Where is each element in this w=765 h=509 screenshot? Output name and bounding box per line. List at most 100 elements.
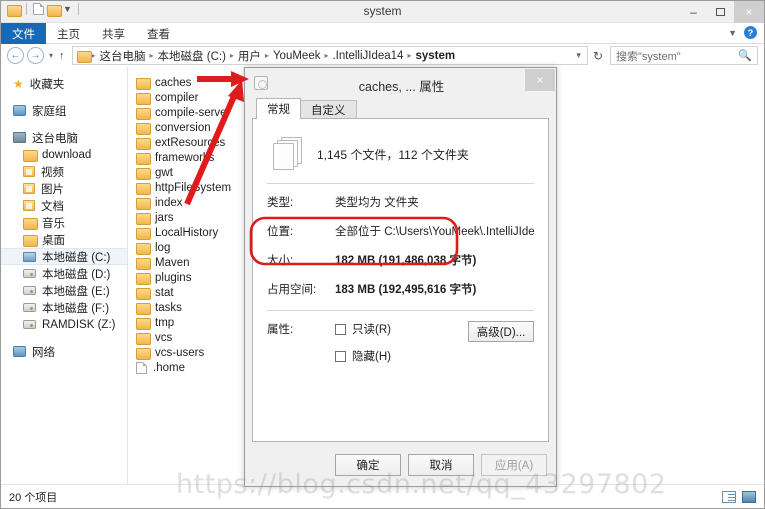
sidebar-item-label: 家庭组 (32, 105, 67, 118)
chevron-down-icon[interactable]: ▼ (728, 28, 737, 38)
large-icons-view-icon[interactable] (742, 490, 756, 503)
breadcrumb-separator-5: ▸ (407, 51, 412, 60)
tab-home[interactable]: 主页 (46, 23, 91, 44)
up-button[interactable]: ↑ (59, 50, 65, 62)
folder-icon (136, 107, 151, 120)
sidebar-item-label: 网络 (32, 346, 55, 359)
attributes-checkbox-column: 只读(R) 隐藏(H) (335, 321, 468, 375)
sidebar-item-local-disk-d[interactable]: 本地磁盘 (D:) (1, 265, 127, 282)
close-button[interactable]: × (734, 1, 764, 23)
list-item-label: jars (155, 211, 174, 224)
sidebar-item-desktop[interactable]: 桌面 (1, 231, 127, 248)
folder-icon (136, 287, 151, 300)
tab-view[interactable]: 查看 (136, 23, 181, 44)
tab-general[interactable]: 常规 (256, 98, 301, 119)
tab-share[interactable]: 共享 (91, 23, 136, 44)
folder-icon (136, 332, 151, 345)
sidebar-item-label: 本地磁盘 (D:) (42, 268, 111, 281)
details-view-icon[interactable] (722, 490, 736, 503)
sidebar-item-favorites[interactable]: ★ 收藏夹 (1, 75, 127, 92)
list-item-label: stat (155, 286, 174, 299)
sidebar-item-network[interactable]: 网络 (1, 343, 127, 360)
forward-button[interactable]: → (27, 47, 44, 64)
ribbon-right-controls: ▼ ? (728, 26, 757, 39)
sidebar-item-label: 本地磁盘 (F:) (42, 302, 110, 315)
breadcrumb-dropdown-icon[interactable]: ▾ (576, 50, 581, 61)
breadcrumb[interactable]: ▸ 这台电脑 ▸ 本地磁盘 (C:) ▸ 用户 ▸ YouMeek ▸ .Int… (71, 46, 588, 65)
property-label: 大小: (267, 255, 294, 267)
sidebar-item-label: 本地磁盘 (E:) (42, 285, 110, 298)
advanced-button[interactable]: 高级(D)... (468, 321, 534, 342)
breadcrumb-separator-3: ▸ (264, 51, 269, 60)
sidebar-item-local-disk-c[interactable]: 本地磁盘 (C:) (1, 248, 127, 265)
breadcrumb-separator-2: ▸ (229, 51, 234, 60)
back-button[interactable]: ← (7, 47, 24, 64)
sidebar-item-documents[interactable]: 文档 (1, 197, 127, 214)
breadcrumb-item-3[interactable]: YouMeek (271, 50, 323, 62)
recent-locations-icon[interactable]: ▾ (49, 51, 53, 60)
divider-bottom (267, 310, 534, 311)
checkbox-hidden[interactable]: 隐藏(H) (335, 348, 468, 364)
sidebar-item-download[interactable]: download (1, 146, 127, 163)
property-row-location: 位置: 全部位于 C:\Users\YouMeek\.IntelliJIdea1… (267, 223, 534, 239)
breadcrumb-item-4[interactable]: .IntelliJIdea14 (330, 50, 405, 62)
folder-icon (136, 182, 151, 195)
list-item-label: httpFileSystem (155, 181, 232, 194)
system-drive-icon (23, 251, 36, 262)
breadcrumb-item-5[interactable]: system (413, 50, 457, 62)
ribbon-tabs: 文件 主页 共享 查看 (1, 23, 764, 44)
list-item-label: vcs (155, 331, 173, 344)
folder-icon (136, 137, 151, 150)
item-count: 20 个项目 (9, 491, 58, 504)
view-mode-buttons (722, 490, 756, 503)
breadcrumb-item-0[interactable]: 这台电脑 (98, 48, 148, 64)
divider-top (267, 183, 534, 184)
sidebar-item-local-disk-e[interactable]: 本地磁盘 (E:) (1, 282, 127, 299)
property-row-size-on-disk: 占用空间: 183 MB (192,495,616 字节) (267, 281, 534, 297)
checkbox-readonly[interactable]: 只读(R) (335, 321, 468, 337)
list-item-label: caches (155, 76, 192, 89)
dialog-close-button[interactable]: × (525, 69, 555, 91)
drive-icon (23, 269, 36, 278)
sidebar-item-videos[interactable]: 视频 (1, 163, 127, 180)
folder-icon (136, 257, 151, 270)
sidebar-item-label: 图片 (41, 183, 64, 196)
sidebar-item-music[interactable]: 音乐 (1, 214, 127, 231)
drive-icon (23, 320, 36, 329)
search-icon[interactable]: 🔍 (738, 49, 752, 62)
sidebar-item-label: 文档 (41, 200, 64, 213)
breadcrumb-folder-icon (76, 50, 92, 63)
sidebar-item-local-disk-f[interactable]: 本地磁盘 (F:) (1, 299, 127, 316)
folder-icon (136, 227, 151, 240)
property-row-size: 大小: 182 MB (191,486,038 字节) (267, 252, 534, 268)
list-item-label: tasks (155, 301, 182, 314)
breadcrumb-item-1[interactable]: 本地磁盘 (C:) (156, 48, 228, 64)
sidebar-item-ramdisk-z[interactable]: RAMDISK (Z:) (1, 316, 127, 333)
checkbox-box[interactable] (335, 323, 346, 335)
checkbox-label: 隐藏(H) (352, 351, 391, 363)
search-placeholder: 搜索"system" (616, 50, 681, 63)
list-item-label: index (155, 196, 183, 209)
folder-icon (136, 317, 151, 330)
list-item-label: conversion (155, 121, 211, 134)
music-folder-icon (23, 217, 38, 230)
sidebar-item-label: 收藏夹 (29, 78, 65, 91)
property-label: 位置: (267, 226, 294, 238)
tab-custom[interactable]: 自定义 (300, 100, 357, 119)
minimize-button[interactable]: – (680, 1, 707, 23)
refresh-icon[interactable]: ↻ (593, 49, 603, 63)
maximize-icon (716, 8, 725, 16)
nav-gap-1 (1, 92, 127, 102)
help-icon[interactable]: ? (744, 26, 757, 39)
breadcrumb-item-2[interactable]: 用户 (236, 48, 263, 64)
checkbox-box[interactable] (335, 350, 346, 362)
maximize-button[interactable] (707, 1, 734, 23)
sidebar-item-this-pc[interactable]: 这台电脑 (1, 129, 127, 146)
window-title: system (363, 4, 402, 18)
search-input[interactable]: 搜索"system" 🔍 (610, 46, 758, 65)
tab-file[interactable]: 文件 (1, 23, 46, 44)
sidebar-item-pictures[interactable]: 图片 (1, 180, 127, 197)
sidebar-item-homegroup[interactable]: 家庭组 (1, 102, 127, 119)
sidebar-item-label: 这台电脑 (32, 132, 78, 145)
folder-icon (23, 149, 38, 162)
